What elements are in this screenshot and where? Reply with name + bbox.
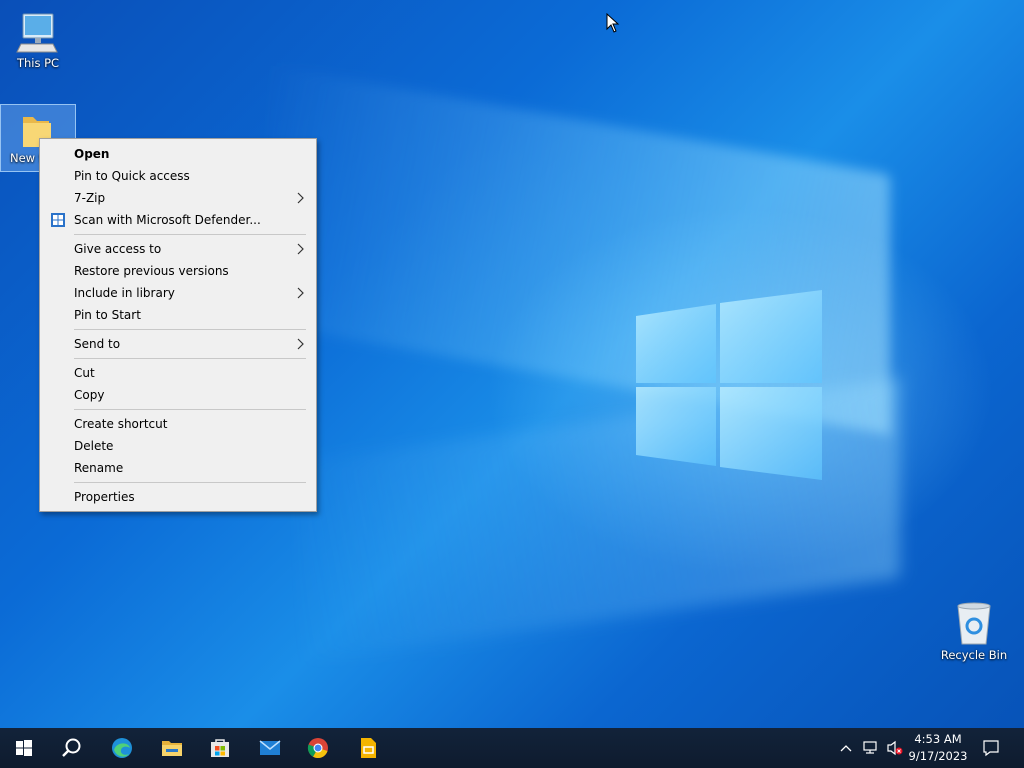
menu-item-cut[interactable]: Cut bbox=[40, 362, 316, 384]
menu-item-label: Cut bbox=[74, 366, 95, 380]
menu-item-rename[interactable]: Rename bbox=[40, 457, 316, 479]
menu-item-7zip[interactable]: 7-Zip bbox=[40, 187, 316, 209]
store-icon bbox=[211, 739, 229, 757]
file-explorer-icon bbox=[162, 741, 182, 756]
menu-separator bbox=[74, 234, 306, 235]
chevron-right-icon bbox=[297, 192, 304, 204]
menu-separator bbox=[74, 329, 306, 330]
computer-icon bbox=[16, 13, 58, 53]
taskbar-app-edge[interactable] bbox=[98, 728, 146, 768]
menu-separator bbox=[74, 358, 306, 359]
menu-item-label: Scan with Microsoft Defender... bbox=[74, 213, 261, 227]
menu-item-label: Restore previous versions bbox=[74, 264, 229, 278]
clock-date[interactable]: 9/17/2023 bbox=[903, 748, 973, 764]
defender-shield-icon bbox=[51, 213, 65, 227]
menu-item-label: Properties bbox=[74, 490, 135, 504]
taskbar-app-mail[interactable] bbox=[246, 728, 294, 768]
menu-item-label: Copy bbox=[74, 388, 105, 402]
windows-logo-wallpaper bbox=[636, 290, 822, 480]
chevron-right-icon bbox=[297, 287, 304, 299]
menu-item-create-shortcut[interactable]: Create shortcut bbox=[40, 413, 316, 435]
menu-item-label: 7-Zip bbox=[74, 191, 106, 205]
menu-item-give-access[interactable]: Give access to bbox=[40, 238, 316, 260]
menu-item-delete[interactable]: Delete bbox=[40, 435, 316, 457]
recycle-bin-icon bbox=[957, 602, 991, 645]
start-button[interactable] bbox=[0, 728, 48, 768]
taskbar-app-store[interactable] bbox=[196, 728, 244, 768]
desktop-icon-recycle-bin[interactable]: Recycle Bin bbox=[936, 600, 1012, 662]
chevron-right-icon bbox=[297, 243, 304, 255]
menu-item-label: Pin to Quick access bbox=[74, 169, 190, 183]
menu-item-open[interactable]: Open bbox=[40, 143, 316, 165]
menu-item-label: Delete bbox=[74, 439, 114, 453]
taskbar-app-chrome[interactable] bbox=[294, 728, 342, 768]
menu-item-label: Pin to Start bbox=[74, 308, 141, 322]
desktop-icon-this-pc[interactable]: This PC bbox=[0, 8, 76, 70]
menu-item-label: Create shortcut bbox=[74, 417, 168, 431]
menu-item-label: Rename bbox=[74, 461, 124, 475]
start-icon bbox=[16, 740, 32, 756]
mail-icon bbox=[259, 740, 281, 755]
menu-item-pin-start[interactable]: Pin to Start bbox=[40, 304, 316, 326]
menu-item-include-library[interactable]: Include in library bbox=[40, 282, 316, 304]
menu-separator bbox=[74, 409, 306, 410]
search-button[interactable] bbox=[48, 728, 96, 768]
slides-icon bbox=[361, 738, 376, 758]
volume-muted-icon[interactable] bbox=[886, 740, 904, 756]
action-center-notifications-icon[interactable] bbox=[982, 739, 1000, 757]
menu-item-send-to[interactable]: Send to bbox=[40, 333, 316, 355]
search-icon bbox=[62, 738, 81, 757]
desktop-icon-label: Recycle Bin bbox=[940, 648, 1008, 662]
menu-item-label: Send to bbox=[74, 337, 121, 351]
taskbar-app-file-explorer[interactable] bbox=[148, 728, 196, 768]
show-hidden-icons-chevron-up-icon[interactable] bbox=[840, 742, 852, 754]
chevron-right-icon bbox=[297, 338, 304, 350]
edge-icon bbox=[112, 738, 132, 758]
taskbar: 4:53 AM 9/17/2023 bbox=[0, 728, 1024, 768]
menu-item-copy[interactable]: Copy bbox=[40, 384, 316, 406]
menu-item-label: Include in library bbox=[74, 286, 175, 300]
network-icon[interactable] bbox=[862, 740, 880, 756]
mouse-pointer-icon bbox=[606, 13, 620, 33]
menu-item-label: Open bbox=[74, 147, 110, 161]
chrome-icon bbox=[307, 738, 328, 759]
menu-item-pin-quick-access[interactable]: Pin to Quick access bbox=[40, 165, 316, 187]
menu-item-restore-versions[interactable]: Restore previous versions bbox=[40, 260, 316, 282]
clock-time[interactable]: 4:53 AM bbox=[903, 731, 973, 747]
taskbar-app-slides[interactable] bbox=[344, 728, 392, 768]
context-menu: Open Pin to Quick access 7-Zip Scan with… bbox=[39, 138, 317, 512]
menu-item-scan-defender[interactable]: Scan with Microsoft Defender... bbox=[40, 209, 316, 231]
menu-separator bbox=[74, 482, 306, 483]
menu-item-label: Give access to bbox=[74, 242, 162, 256]
desktop-icon-label: This PC bbox=[16, 56, 60, 70]
menu-item-properties[interactable]: Properties bbox=[40, 486, 316, 508]
